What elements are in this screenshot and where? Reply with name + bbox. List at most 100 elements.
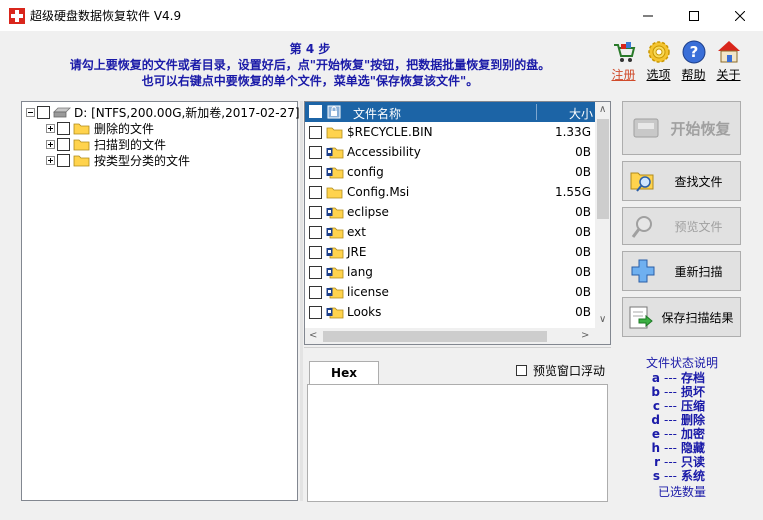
directory-tree[interactable]: D: [NTFS,200.00G,新加卷,2017-02-27] 删除的文件 扫… (21, 101, 300, 501)
main-client-area: 第 4 步 请勾上要恢复的文件或者目录，设置好后，点"开始恢复"按钮，把数据批量… (0, 31, 763, 520)
tree-expand-toggle[interactable] (46, 123, 55, 133)
folder-lock-icon (326, 247, 344, 259)
tree-item-checkbox[interactable] (57, 153, 70, 167)
file-row-checkbox[interactable] (309, 206, 322, 219)
file-row-checkbox[interactable] (309, 166, 322, 179)
legend-key: e (651, 427, 660, 441)
house-icon (717, 41, 740, 63)
tree-item-checkbox[interactable] (57, 137, 70, 151)
file-row-checkbox[interactable] (309, 246, 322, 259)
file-row-checkbox[interactable] (309, 226, 322, 239)
folder-lock-icon (326, 167, 344, 179)
float-preview-option[interactable]: 预览窗口浮动 (516, 362, 605, 379)
file-row-checkbox[interactable] (309, 146, 322, 159)
file-list[interactable]: 文件名称 大小 $RECYCLE.BIN 1.33G Accessibility 0B… (304, 101, 611, 345)
step-title: 第 4 步 (289, 42, 331, 56)
close-button[interactable] (717, 0, 763, 31)
legend-row: s --- 系统 (618, 469, 746, 483)
tab-hex[interactable]: Hex (309, 361, 379, 385)
hex-preview-panel: Hex 预览窗口浮动 (304, 347, 611, 502)
scroll-right-icon[interactable]: > (581, 330, 589, 341)
file-size: 0B (575, 285, 591, 299)
column-header-size[interactable]: 大小 (569, 105, 593, 122)
horizontal-scroll-thumb[interactable] (323, 331, 547, 342)
file-row-checkbox[interactable] (309, 186, 322, 199)
file-row-checkbox[interactable] (309, 306, 322, 319)
tree-item-checkbox[interactable] (57, 121, 70, 135)
legend-row: d --- 删除 (618, 413, 746, 427)
file-size: 1.33G (554, 125, 591, 139)
horizontal-scrollbar[interactable]: < > (305, 328, 610, 344)
register-label: 注册 (611, 68, 636, 82)
vertical-scrollbar[interactable]: ∧ ∨ (595, 102, 610, 328)
vertical-scroll-thumb[interactable] (597, 119, 609, 219)
file-name: config (347, 165, 384, 179)
file-row[interactable]: Accessibility 0B (305, 142, 595, 162)
save-scan-button[interactable]: 保存扫描结果 (622, 297, 741, 337)
file-row[interactable]: ext 0B (305, 222, 595, 242)
options-button[interactable]: 选项 (641, 39, 676, 83)
file-size: 0B (575, 165, 591, 179)
scroll-up-icon[interactable]: ∧ (599, 104, 606, 115)
tree-item-deleted[interactable]: 删除的文件 (46, 120, 154, 136)
file-row[interactable]: license 0B (305, 282, 595, 302)
file-size: 1.55G (554, 185, 591, 199)
legend-key: b (651, 385, 660, 399)
file-row[interactable]: JRE 0B (305, 242, 595, 262)
start-recovery-button[interactable]: 开始恢复 (622, 101, 741, 155)
file-row-checkbox[interactable] (309, 126, 322, 139)
scroll-down-icon[interactable]: ∨ (599, 314, 606, 325)
rescan-button[interactable]: 重新扫描 (622, 251, 741, 291)
instructions: 第 4 步 请勾上要恢复的文件或者目录，设置好后，点"开始恢复"按钮，把数据批量… (0, 41, 620, 89)
legend-row: e --- 加密 (618, 427, 746, 441)
file-row[interactable]: config 0B (305, 162, 595, 182)
file-row[interactable]: lang 0B (305, 262, 595, 282)
file-name: Looks (347, 305, 382, 319)
tree-root-checkbox[interactable] (37, 105, 50, 119)
drive-icon (53, 107, 71, 117)
tree-root-label: D: [NTFS,200.00G,新加卷,2017-02-27] (74, 105, 300, 120)
file-row[interactable]: $RECYCLE.BIN 1.33G (305, 122, 595, 142)
minimize-button[interactable] (625, 0, 671, 31)
tree-collapse-toggle[interactable] (26, 107, 35, 117)
tree-expand-toggle[interactable] (46, 155, 55, 165)
gear-icon (647, 41, 670, 63)
folder-icon (73, 155, 90, 166)
legend-dash: --- (664, 371, 677, 385)
file-row-checkbox[interactable] (309, 286, 322, 299)
tree-item-by-type[interactable]: 按类型分类的文件 (46, 152, 190, 168)
find-file-button[interactable]: 查找文件 (622, 161, 741, 201)
file-name: license (347, 285, 389, 299)
maximize-button[interactable] (671, 0, 717, 31)
hex-view[interactable] (307, 384, 608, 502)
legend-key: r (654, 455, 660, 469)
folder-lock-icon (326, 207, 344, 219)
top-toolbar: 注册 选项 ? 帮助 关于 (606, 39, 746, 83)
file-row[interactable]: Looks 0B (305, 302, 595, 322)
select-all-checkbox[interactable] (309, 105, 322, 118)
tree-root-row[interactable]: D: [NTFS,200.00G,新加卷,2017-02-27] (26, 104, 300, 120)
save-scan-icon (629, 306, 653, 329)
preview-file-button[interactable]: 预览文件 (622, 207, 741, 245)
file-name: $RECYCLE.BIN (347, 125, 433, 139)
register-button[interactable]: 注册 (606, 39, 641, 83)
title-bar: 超级硬盘数据恢复软件 V4.9 (0, 0, 763, 31)
column-header-name[interactable]: 文件名称 (353, 105, 401, 122)
about-button[interactable]: 关于 (711, 39, 746, 83)
pane-splitter[interactable] (300, 101, 303, 501)
column-divider[interactable] (536, 104, 537, 120)
instruction-line-2: 也可以右键点中要恢复的单个文件，菜单选"保存恢复该文件"。 (141, 74, 479, 88)
scroll-left-icon[interactable]: < (309, 330, 317, 341)
float-preview-checkbox[interactable] (516, 365, 527, 376)
tree-expand-toggle[interactable] (46, 139, 55, 149)
lock-icon (327, 105, 341, 119)
file-row[interactable]: eclipse 0B (305, 202, 595, 222)
file-row-checkbox[interactable] (309, 266, 322, 279)
tree-item-scanned[interactable]: 扫描到的文件 (46, 136, 166, 152)
file-row[interactable]: Config.Msi 1.55G (305, 182, 595, 202)
legend-title: 文件状态说明 (645, 356, 718, 370)
help-button[interactable]: ? 帮助 (676, 39, 711, 83)
folder-lock-icon (326, 267, 344, 279)
file-size: 0B (575, 265, 591, 279)
rescan-label: 重新扫描 (674, 264, 723, 279)
